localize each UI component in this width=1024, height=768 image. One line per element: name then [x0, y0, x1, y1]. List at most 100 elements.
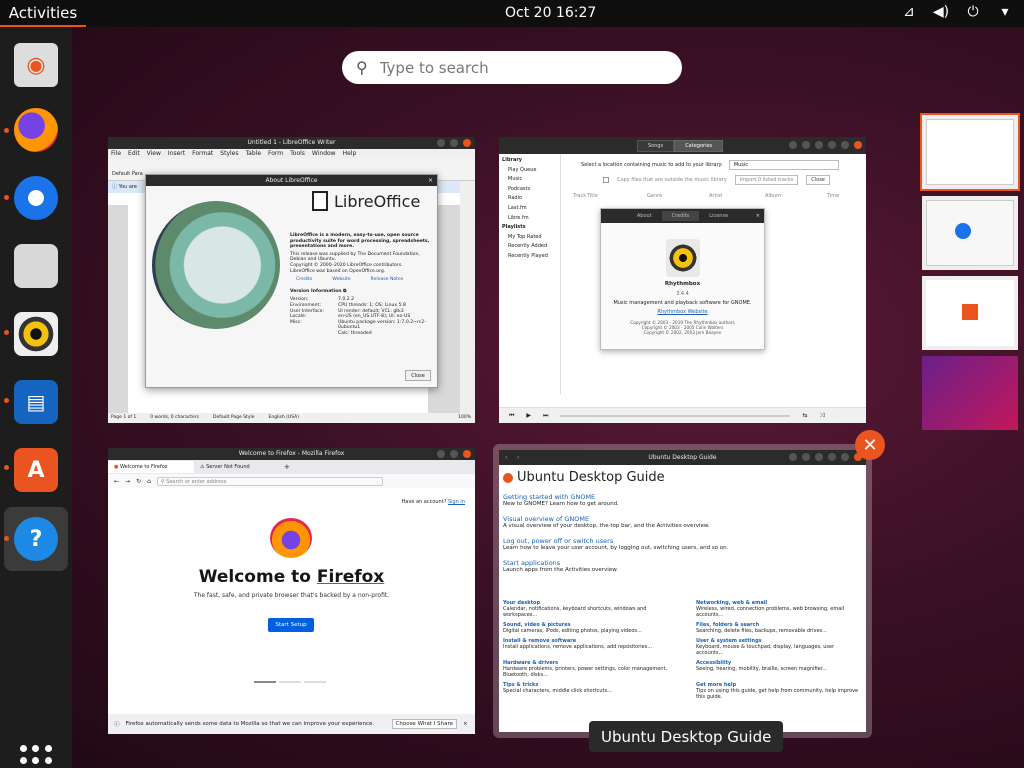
search-icon[interactable] [789, 141, 797, 149]
dock-rhythmbox[interactable] [4, 302, 68, 366]
close-icon[interactable] [854, 141, 862, 149]
sidebar-item-podcasts[interactable]: Podcasts [502, 185, 557, 195]
copy-icon[interactable]: ⧉ [343, 289, 346, 294]
copy-files-checkbox[interactable] [603, 177, 609, 183]
maximize-icon[interactable] [841, 141, 849, 149]
new-tab-icon[interactable]: + [280, 463, 294, 471]
grid-item[interactable]: Get more help Tips on using this guide, g… [696, 682, 861, 700]
dock-help[interactable]: ? [4, 507, 68, 571]
url-bar[interactable]: ⚲ Search or enter address [156, 476, 383, 486]
workspace-4[interactable] [922, 356, 1018, 430]
location-select[interactable]: Music [728, 160, 839, 170]
close-icon[interactable]: × [756, 213, 760, 219]
paragraph-style-select[interactable]: Default Para [112, 171, 143, 177]
status-zoom[interactable]: 100% [458, 413, 475, 423]
topic-item[interactable]: Log out, power off or switch users Learn… [503, 538, 853, 552]
column-track[interactable]: Track [573, 193, 587, 199]
shuffle-icon[interactable]: ⤨ [819, 412, 824, 420]
grid-item[interactable]: Your desktop Calendar, notifications, key… [503, 600, 668, 618]
dock-writer[interactable]: ▤ [4, 370, 68, 434]
sidebar-item-radio[interactable]: Radio [502, 194, 557, 204]
sidebar-item-recently-added[interactable]: Recently Added [502, 242, 557, 252]
clock[interactable]: Oct 20 16:27 [505, 5, 596, 21]
website-link[interactable]: Rhythmbox Website [601, 309, 764, 315]
grid-item[interactable]: User & system settings Keyboard, mouse & … [696, 638, 861, 656]
menu-form[interactable]: Form [268, 149, 283, 159]
show-applications-icon[interactable] [20, 745, 52, 768]
minimize-icon[interactable] [437, 450, 445, 458]
menu-file[interactable]: File [111, 149, 121, 159]
home-icon[interactable]: ⌂ [147, 478, 151, 485]
column-time[interactable]: Time [827, 193, 839, 199]
close-button[interactable]: Close [405, 370, 431, 381]
power-icon[interactable]: ⏻ [964, 4, 982, 20]
menu-insert[interactable]: Insert [168, 149, 185, 159]
start-setup-button[interactable]: Start Setup [268, 618, 314, 632]
menu-tools[interactable]: Tools [290, 149, 305, 159]
minimize-icon[interactable] [437, 139, 445, 147]
topic-link[interactable]: Start applications [503, 560, 853, 567]
tab-server-not-found[interactable]: ⚠ Server Not Found [194, 461, 280, 473]
grid-item[interactable]: Networking, web & email Wireless, wired, … [696, 600, 861, 618]
workspace-1[interactable] [920, 113, 1020, 191]
grid-item[interactable]: Files, folders & search Searching, delete… [696, 622, 861, 634]
column-album[interactable]: Album [765, 193, 827, 199]
column-genre[interactable]: Genre [647, 193, 709, 199]
topic-item[interactable]: Getting started with GNOME New to GNOME?… [503, 494, 853, 508]
menu-styles[interactable]: Styles [220, 149, 238, 159]
credits-link[interactable]: Credits [296, 277, 312, 283]
close-window-icon[interactable]: ✕ [855, 430, 885, 460]
workspace-3[interactable] [922, 276, 1018, 350]
menu-edit[interactable]: Edit [128, 149, 140, 159]
close-icon[interactable]: × [428, 175, 433, 186]
sidebar-item-music[interactable]: Music [502, 175, 557, 185]
reload-icon[interactable]: ↻ [136, 478, 141, 485]
menu-window[interactable]: Window [312, 149, 336, 159]
menu-icon[interactable] [815, 141, 823, 149]
dock-disk-installer[interactable]: ◉ [4, 33, 68, 97]
system-tray[interactable]: ⊿ ◀) ⏻ ▾ [900, 4, 1014, 20]
forward-icon[interactable]: › [517, 450, 519, 465]
dock-software[interactable]: A [4, 438, 68, 502]
dock-firefox[interactable] [4, 98, 68, 162]
grid-item[interactable]: Install & remove software Install applica… [503, 638, 668, 656]
more-icon[interactable] [802, 141, 810, 149]
maximize-icon[interactable] [450, 139, 458, 147]
menu-format[interactable]: Format [192, 149, 213, 159]
topic-link[interactable]: Getting started with GNOME [503, 494, 853, 501]
sidebar-item-lastfm[interactable]: Last.fm [502, 204, 557, 214]
tab-about[interactable]: About [627, 211, 662, 221]
back-icon[interactable]: ← [114, 478, 119, 485]
release-notes-link[interactable]: Release Notes [371, 277, 404, 283]
dock-files[interactable] [4, 234, 68, 298]
menu-icon[interactable] [815, 453, 823, 461]
sidebar-item-play-queue[interactable]: Play Queue [502, 166, 557, 176]
seek-slider[interactable] [560, 414, 791, 417]
menu-table[interactable]: Table [246, 149, 262, 159]
topic-link[interactable]: Visual overview of GNOME [503, 516, 853, 523]
network-icon[interactable]: ⊿ [900, 4, 918, 20]
dock-thunderbird[interactable] [4, 166, 68, 230]
menu-help[interactable]: Help [343, 149, 357, 159]
next-icon[interactable]: ⏭ [543, 412, 548, 420]
repeat-icon[interactable]: ⇆ [802, 412, 807, 419]
grid-item[interactable]: Sound, video & pictures Digital cameras, … [503, 622, 668, 634]
choose-share-button[interactable]: Choose What I Share [391, 719, 458, 729]
minimize-icon[interactable] [828, 453, 836, 461]
column-title[interactable]: Title [587, 193, 647, 199]
forward-icon[interactable]: → [125, 478, 130, 485]
tab-license[interactable]: License [699, 211, 738, 221]
close-icon[interactable]: × [463, 721, 468, 727]
window-rhythmbox[interactable]: Songs Categories Library Play Queue Musi… [499, 137, 866, 423]
previous-icon[interactable]: ⏮ [509, 412, 514, 420]
close-icon[interactable] [463, 139, 471, 147]
volume-icon[interactable]: ◀) [932, 4, 950, 20]
bookmark-icon[interactable] [789, 453, 797, 461]
chevron-down-icon[interactable]: ▾ [996, 4, 1014, 20]
tab-songs[interactable]: Songs [637, 140, 675, 152]
search-icon[interactable] [802, 453, 810, 461]
column-artist[interactable]: Artist [709, 193, 765, 199]
topic-item[interactable]: Visual overview of GNOME A visual overvi… [503, 516, 853, 530]
grid-item[interactable]: Hardware & drivers Hardware problems, pri… [503, 660, 668, 678]
grid-item[interactable]: Tips & tricks Special characters, middle … [503, 682, 668, 700]
